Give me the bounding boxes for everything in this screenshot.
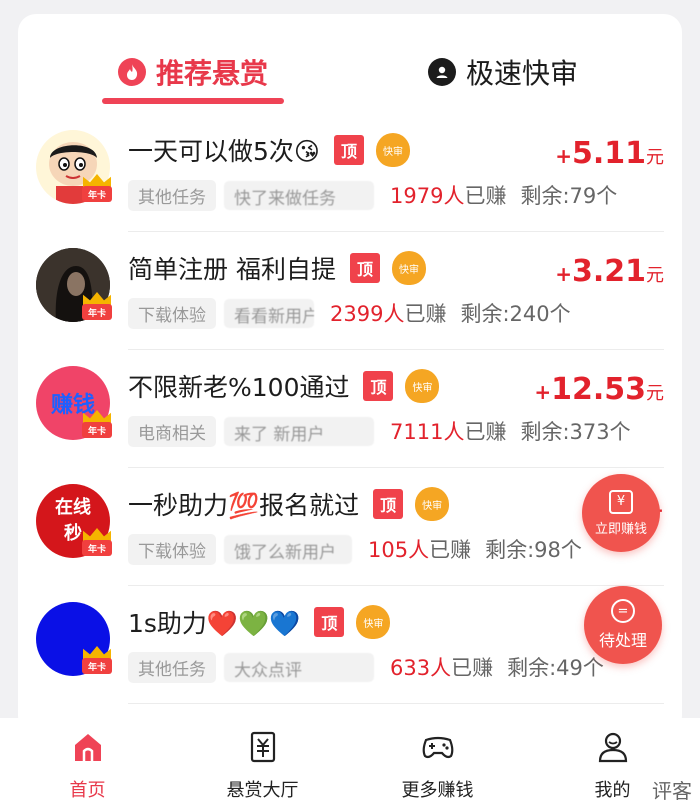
fast-review-badge: 快审	[405, 369, 440, 403]
task-list: 年卡 一天可以做5次😘 顶 快审 +5.11元 其他任务 快了来做任务 1979…	[18, 114, 682, 704]
task-card-panel: 推荐悬赏 极速快审 年卡 一天可以做5次😘 顶 快审 +5.11元 其他任务 快…	[18, 14, 682, 734]
tab-bar: 推荐悬赏 极速快审	[18, 14, 682, 114]
blurred-merchant: 快了来做任务	[224, 180, 374, 210]
nav-more-earning[interactable]: 更多赚钱	[350, 718, 525, 808]
tab-active-indicator	[102, 98, 284, 104]
annual-card-crown-icon: 年卡	[80, 408, 114, 442]
remaining-count: 剩余:373个	[520, 420, 631, 444]
remaining-count: 剩余:49个	[507, 656, 604, 680]
remaining-count: 剩余:98个	[485, 538, 582, 562]
task-meta: 下载体验 饿了么新用户 105人已赚 剩余:98个	[128, 532, 582, 566]
chat-list-icon: =	[611, 599, 635, 623]
task-title: 一天可以做5次😘 顶 快审	[128, 130, 410, 170]
watermark-text: 评客	[652, 779, 692, 803]
blurred-merchant: 看看新用户	[224, 298, 314, 328]
fast-review-badge: 快审	[415, 487, 450, 521]
task-meta: 电商相关 来了 新用户 7111人已赚 剩余:373个	[128, 414, 631, 448]
top-badge: 顶	[333, 135, 364, 165]
task-row[interactable]: 在线秒 年卡 一秒助力💯报名就过 顶 快审 + 下载体验 饿了么新用户 105人…	[18, 468, 682, 586]
task-row[interactable]: 年卡 1s助力❤️💚💙 顶 快审 +3 其他任务 大众点评 633人已赚 剩余:…	[18, 586, 682, 704]
top-badge: 顶	[363, 371, 394, 401]
tab-fast-review[interactable]: 极速快审	[428, 52, 578, 92]
earned-count: 2399人已赚	[330, 302, 447, 326]
yuan-card-icon	[244, 728, 282, 766]
earned-count: 633人已赚	[390, 656, 494, 680]
category-tag: 其他任务	[128, 651, 216, 683]
task-price: +3.21元	[555, 254, 664, 289]
annual-card-crown-icon: 年卡	[80, 526, 114, 560]
yuan-icon: ¥	[609, 489, 633, 514]
task-row[interactable]: 年卡 简单注册 福利自提 顶 快审 +3.21元 下载体验 看看新用户 2399…	[18, 232, 682, 350]
user-circle-icon	[428, 58, 456, 86]
tab-recommended-label: 推荐悬赏	[156, 57, 269, 90]
task-price: +12.53元	[534, 372, 664, 407]
fast-review-badge: 快审	[391, 251, 426, 285]
earned-count: 105人已赚	[368, 538, 472, 562]
tab-fast-review-label: 极速快审	[466, 57, 579, 90]
blurred-merchant: 大众点评	[224, 652, 374, 682]
top-badge: 顶	[349, 253, 380, 283]
category-tag: 下载体验	[128, 297, 216, 329]
fast-review-badge: 快审	[375, 133, 410, 167]
fire-icon	[118, 58, 146, 86]
remaining-count: 剩余:240个	[460, 302, 571, 326]
task-row[interactable]: 赚钱 年卡 不限新老%100通过 顶 快审 +12.53元 电商相关 来了 新用…	[18, 350, 682, 468]
nav-home[interactable]: 首页	[0, 718, 175, 808]
pending-button[interactable]: = 待处理	[584, 586, 662, 664]
task-meta: 其他任务 快了来做任务 1979人已赚 剩余:79个	[128, 178, 617, 212]
tab-recommended[interactable]: 推荐悬赏	[118, 52, 268, 92]
category-tag: 其他任务	[128, 179, 216, 211]
top-badge: 顶	[314, 607, 345, 637]
top-badge: 顶	[373, 489, 404, 519]
task-meta: 其他任务 大众点评 633人已赚 剩余:49个	[128, 650, 604, 684]
annual-card-crown-icon: 年卡	[80, 172, 114, 206]
home-icon	[69, 728, 107, 766]
gamepad-icon	[419, 728, 457, 766]
task-title: 1s助力❤️💚💙 顶 快审	[128, 602, 391, 642]
task-title: 简单注册 福利自提 顶 快审	[128, 248, 426, 288]
bottom-navigation: 首页 悬赏大厅 更多赚钱 我的	[0, 718, 700, 808]
nav-reward-hall[interactable]: 悬赏大厅	[175, 718, 350, 808]
profile-icon	[594, 728, 632, 766]
earned-count: 7111人已赚	[390, 420, 507, 444]
blurred-merchant: 饿了么新用户	[224, 534, 352, 564]
earn-now-button[interactable]: ¥ 立即赚钱	[582, 474, 660, 552]
task-title: 不限新老%100通过 顶 快审	[128, 366, 440, 406]
annual-card-crown-icon: 年卡	[80, 644, 114, 678]
task-row[interactable]: 年卡 一天可以做5次😘 顶 快审 +5.11元 其他任务 快了来做任务 1979…	[18, 114, 682, 232]
annual-card-crown-icon: 年卡	[80, 290, 114, 324]
category-tag: 电商相关	[128, 415, 216, 447]
task-meta: 下载体验 看看新用户 2399人已赚 剩余:240个	[128, 296, 571, 330]
fast-review-badge: 快审	[356, 605, 391, 639]
task-title: 一秒助力💯报名就过 顶 快审	[128, 484, 450, 524]
earned-count: 1979人已赚	[390, 184, 507, 208]
task-price: +5.11元	[555, 136, 664, 171]
remaining-count: 剩余:79个	[520, 184, 618, 208]
category-tag: 下载体验	[128, 533, 216, 565]
blurred-merchant: 来了 新用户	[224, 416, 374, 446]
